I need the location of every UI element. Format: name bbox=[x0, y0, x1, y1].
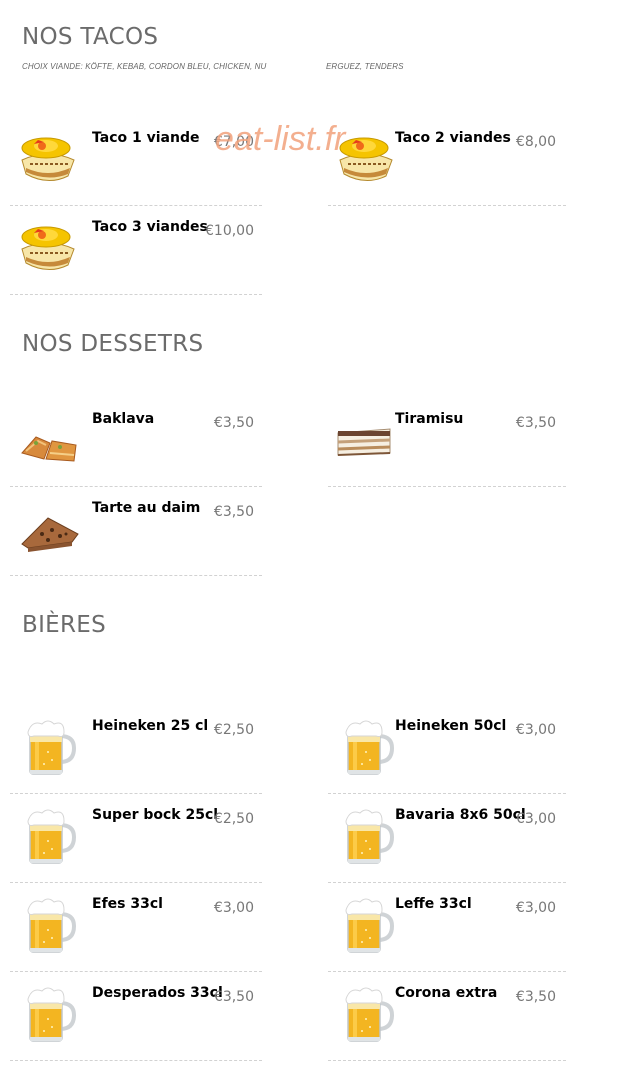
item-name: Corona extra bbox=[395, 985, 498, 1001]
item-price: €2,50 bbox=[213, 811, 254, 827]
menu-item[interactable]: Taco 2 viandes €8,00 bbox=[328, 116, 566, 206]
item-name: Baklava bbox=[92, 411, 155, 427]
beer-mug-image bbox=[336, 805, 398, 867]
menu-item[interactable]: Bavaria 8x6 50cl €3,00 bbox=[328, 793, 566, 883]
item-price: €3,00 bbox=[515, 722, 556, 738]
item-price: €10,00 bbox=[205, 223, 254, 239]
beer-mug-image bbox=[18, 805, 80, 867]
beer-mug-image bbox=[18, 983, 80, 1045]
beer-mug-image bbox=[336, 983, 398, 1045]
menu-item[interactable]: Efes 33cl €3,00 bbox=[10, 882, 262, 972]
item-name: Efes 33cl bbox=[92, 896, 163, 912]
section-subtitle-tacos: CHOIX VIANDE: KÖFTE, KEBAB, CORDON BLEU,… bbox=[22, 62, 267, 71]
tart-image bbox=[18, 498, 80, 560]
item-price: €3,50 bbox=[213, 415, 254, 431]
section-title-tacos: NOS TACOS bbox=[22, 24, 159, 50]
section-subtitle-tacos-tail: ERGUEZ, TENDERS bbox=[326, 62, 404, 71]
beer-mug-image bbox=[18, 894, 80, 956]
item-price: €3,00 bbox=[515, 811, 556, 827]
item-name: Heineken 25 cl bbox=[92, 718, 209, 734]
menu-item[interactable]: Corona extra €3,50 bbox=[328, 971, 566, 1061]
beer-mug-image bbox=[336, 716, 398, 778]
menu-item[interactable]: Leffe 33cl €3,00 bbox=[328, 882, 566, 972]
item-price: €3,50 bbox=[213, 989, 254, 1005]
menu-item[interactable]: Baklava €3,50 bbox=[10, 397, 262, 487]
menu-item[interactable]: Super bock 25cl €2,50 bbox=[10, 793, 262, 883]
item-name: Heineken 50cl bbox=[395, 718, 507, 734]
item-name: Taco 2 viandes bbox=[395, 130, 511, 146]
beer-mug-image bbox=[336, 894, 398, 956]
menu-item[interactable]: Heineken 25 cl €2,50 bbox=[10, 704, 262, 794]
item-price: €3,50 bbox=[515, 989, 556, 1005]
item-price: €8,00 bbox=[515, 134, 556, 150]
menu-item[interactable]: Tarte au daim €3,50 bbox=[10, 486, 262, 576]
menu-item[interactable]: Tiramisu €3,50 bbox=[328, 397, 566, 487]
watermark: eat-list.fr bbox=[215, 120, 346, 158]
section-title-desserts: NOS DESSETRS bbox=[22, 331, 204, 357]
item-price: €3,00 bbox=[515, 900, 556, 916]
menu-item[interactable]: Taco 3 viandes €10,00 bbox=[10, 205, 262, 295]
beer-mug-image bbox=[18, 716, 80, 778]
item-name: Leffe 33cl bbox=[395, 896, 472, 912]
item-name: Taco 3 viandes bbox=[92, 219, 208, 235]
taco-image bbox=[18, 128, 80, 190]
item-price: €3,00 bbox=[213, 900, 254, 916]
item-name: Desperados 33cl bbox=[92, 985, 223, 1001]
item-name: Tiramisu bbox=[395, 411, 464, 427]
item-price: €3,50 bbox=[515, 415, 556, 431]
item-price: €3,50 bbox=[213, 504, 254, 520]
baklava-image bbox=[18, 409, 80, 471]
item-name: Bavaria 8x6 50cl bbox=[395, 807, 526, 823]
taco-image bbox=[18, 217, 80, 279]
item-price: €2,50 bbox=[213, 722, 254, 738]
item-name: Tarte au daim bbox=[92, 500, 201, 516]
menu-item[interactable]: Heineken 50cl €3,00 bbox=[328, 704, 566, 794]
menu-item[interactable]: Desperados 33cl €3,50 bbox=[10, 971, 262, 1061]
tiramisu-image bbox=[336, 409, 398, 471]
item-name: Super bock 25cl bbox=[92, 807, 219, 823]
section-title-beers: BIÈRES bbox=[22, 612, 107, 638]
item-name: Taco 1 viande bbox=[92, 130, 200, 146]
